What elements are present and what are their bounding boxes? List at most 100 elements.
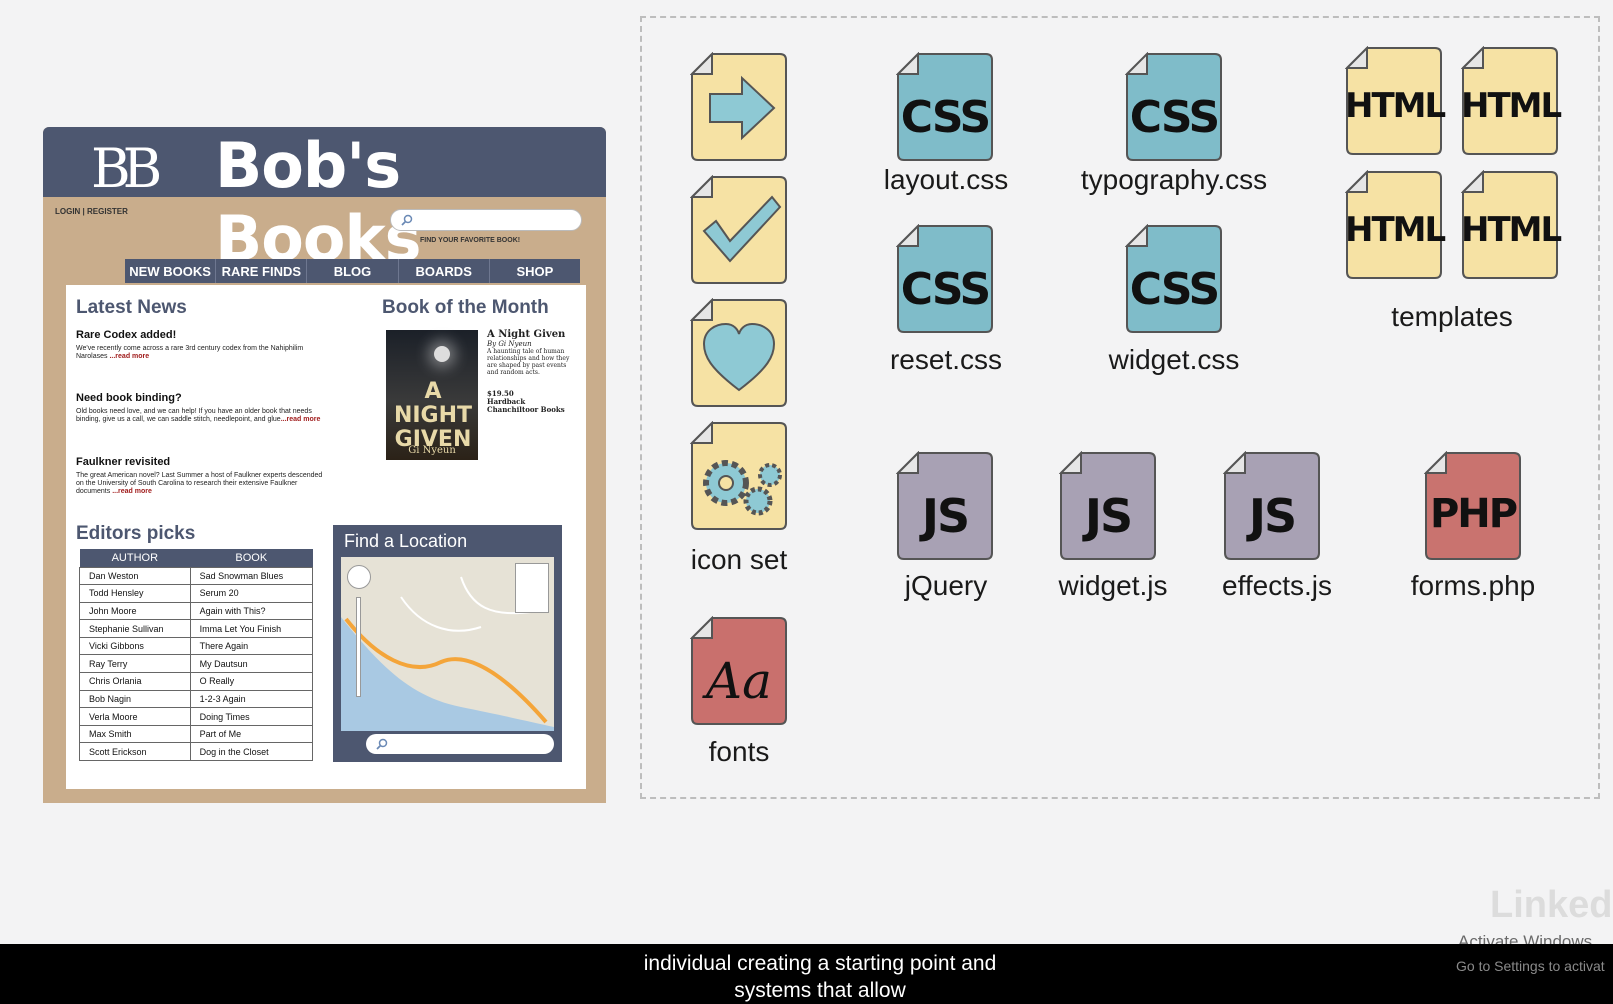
nav-rare-finds[interactable]: RARE FINDS [216, 259, 308, 283]
subtitle-caption: individual creating a starting point and… [0, 950, 1613, 1004]
table-row: Chris Orlania O Really [79, 672, 314, 691]
author-cell: Ray Terry [79, 654, 191, 674]
book-publisher: Chanchiltoor Books [487, 405, 565, 414]
activate-windows-settings-text: Go to Settings to activat [1456, 958, 1605, 974]
site-title: Bob's Books [215, 129, 422, 275]
css-glyph: CSS [900, 264, 992, 315]
book-cell: Sad Snowman Blues [189, 566, 314, 586]
bobs-books-mockup: BB Bob's Books LOGIN | REGISTER FIND YOU… [43, 127, 606, 803]
html-file-icon: HTML [1461, 46, 1562, 156]
news-item: Need book binding? Old books need love, … [76, 392, 326, 424]
icon-set-label: icon set [690, 544, 788, 575]
read-more-link[interactable]: ...read more [112, 488, 152, 495]
css-file-icon: CSS [1125, 224, 1223, 334]
read-more-link[interactable]: ...read more [109, 353, 149, 360]
news-item: Faulkner revisited The great American no… [76, 456, 326, 496]
css-glyph: CSS [900, 92, 992, 143]
map-type-control[interactable] [515, 563, 549, 613]
html-glyph: HTML [1461, 86, 1562, 126]
nav-shop[interactable]: SHOP [490, 259, 580, 283]
html-file-icon: HTML [1345, 170, 1446, 280]
location-search-input[interactable] [366, 734, 554, 754]
read-more-link[interactable]: ...read more [281, 416, 321, 423]
effects-js-label: effects.js [1222, 570, 1332, 601]
author-cell: Stephanie Sullivan [79, 619, 191, 638]
book-description: A haunting tale of human relationships a… [487, 348, 570, 376]
table-row: Scott Erickson Dog in the Closet [79, 742, 314, 762]
nav-boards[interactable]: BOARDS [399, 259, 490, 283]
css-glyph: CSS [1129, 92, 1221, 143]
js-glyph: JS [1084, 489, 1133, 543]
editors-picks-table: AUTHOR BOOK Dan Weston Sad Snowman Blues T… [79, 549, 314, 762]
location-map[interactable] [341, 557, 554, 731]
book-title: A Night Given [487, 329, 566, 340]
book-cell: Imma Let You Finish [189, 619, 314, 638]
html-glyph: HTML [1345, 210, 1446, 250]
table-row: John Moore Again with This? [79, 601, 314, 621]
author-cell: John Moore [79, 601, 191, 621]
editors-picks-heading: Editors picks [76, 523, 196, 544]
nav-blog[interactable]: BLOG [307, 259, 399, 283]
widget-js-label: widget.js [1058, 570, 1168, 601]
column-header-author: AUTHOR [79, 549, 191, 567]
html-file-icon: HTML [1461, 170, 1562, 280]
author-cell: Chris Orlania [79, 672, 191, 691]
jquery-label: jQuery [904, 570, 988, 601]
site-search-input[interactable] [390, 209, 582, 231]
widget-css-label: widget.css [1108, 344, 1240, 375]
table-row: Dan Weston Sad Snowman Blues [79, 566, 314, 586]
fonts-glyph: Aa [706, 652, 772, 710]
gears-file-icon [690, 421, 788, 531]
author-cell: Scott Erickson [79, 742, 191, 762]
author-cell: Bob Nagin [79, 689, 191, 709]
find-location-widget: Find a Location [333, 525, 562, 762]
cover-author: Gi Nyeun [408, 445, 456, 456]
html-glyph: HTML [1461, 210, 1562, 250]
map-pan-control[interactable] [347, 565, 371, 589]
php-glyph: PHP [1429, 491, 1518, 537]
js-glyph: JS [1248, 489, 1297, 543]
nav-new-books[interactable]: NEW BOOKS [125, 259, 217, 283]
news-body: We've recently come across a rare 3rd ce… [76, 345, 304, 360]
author-cell: Dan Weston [79, 566, 191, 586]
news-title: Rare Codex added! [76, 329, 177, 341]
book-info: A Night Given By Gi Nyeun A haunting tal… [487, 329, 579, 414]
author-cell: Vicki Gibbons [79, 636, 191, 656]
css-file-icon: CSS [896, 52, 994, 162]
column-header-book: BOOK [190, 549, 313, 567]
book-cell: O Really [189, 672, 314, 691]
table-row: Todd Hensley Serum 20 [79, 584, 314, 603]
fonts-file-icon: Aa [690, 616, 788, 726]
book-cover-image[interactable]: A NIGHT GIVEN Gi Nyeun [386, 330, 478, 460]
search-icon [401, 214, 413, 226]
site-nav: NEW BOOKS RARE FINDS BLOG BOARDS SHOP [125, 259, 580, 283]
linkedin-watermark: Linked [1490, 884, 1613, 926]
js-file-icon: JS [1223, 451, 1321, 561]
cover-title: A NIGHT GIVEN [393, 379, 473, 452]
news-item: Rare Codex added! We've recently come ac… [76, 329, 326, 361]
news-body: The great American novel? Last Summer a … [76, 472, 323, 495]
reset-css-label: reset.css [889, 344, 1003, 375]
js-file-icon: JS [1059, 451, 1157, 561]
book-cell: Part of Me [189, 724, 314, 744]
css-file-icon: CSS [896, 224, 994, 334]
caption-bar: individual creating a starting point and… [0, 944, 1613, 1004]
author-cell: Verla Moore [79, 707, 191, 726]
find-location-heading: Find a Location [344, 531, 468, 551]
php-file-icon: PHP [1424, 451, 1522, 561]
book-cell: Dog in the Closet [189, 742, 314, 762]
forms-php-label: forms.php [1410, 570, 1536, 601]
table-row: Verla Moore Doing Times [79, 707, 314, 726]
fonts-label: fonts [708, 736, 770, 767]
book-cell: 1-2-3 Again [189, 689, 314, 709]
login-register-link[interactable]: LOGIN | REGISTER [55, 207, 128, 216]
news-title: Faulkner revisited [76, 456, 171, 468]
map-zoom-slider[interactable] [356, 597, 361, 697]
book-cell: There Again [189, 636, 314, 656]
book-cell: Serum 20 [189, 584, 314, 603]
js-file-icon: JS [896, 451, 994, 561]
html-glyph: HTML [1345, 86, 1446, 126]
table-row: Stephanie Sullivan Imma Let You Finish [79, 619, 314, 638]
bb-logo: BB [91, 137, 162, 200]
site-header: BB Bob's Books [43, 127, 606, 275]
